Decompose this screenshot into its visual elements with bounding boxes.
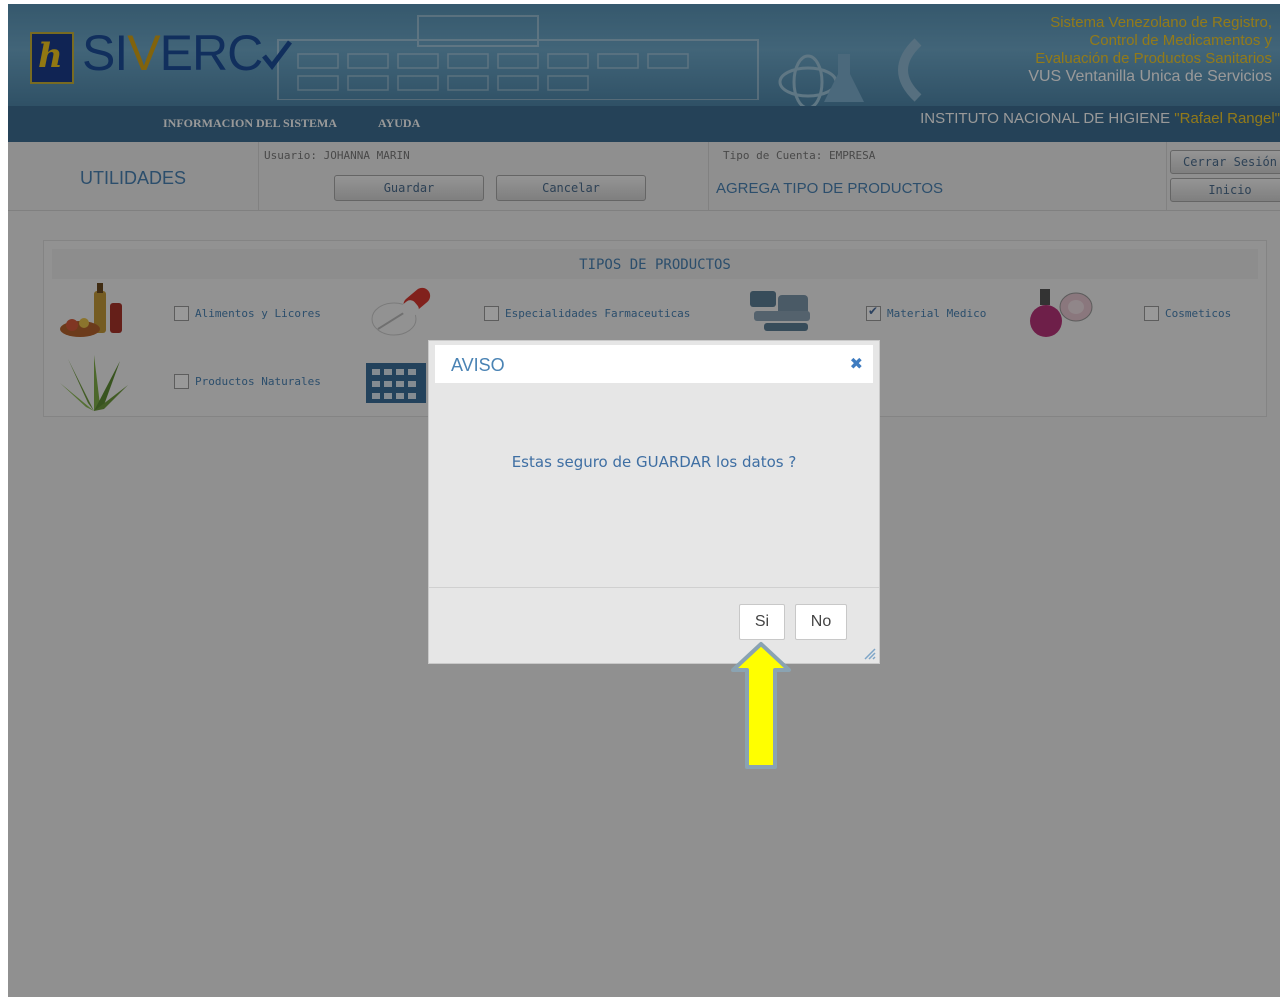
confirm-dialog: AVISO ✖ Estas seguro de GUARDAR los dato… bbox=[428, 340, 880, 664]
dialog-message: Estas seguro de GUARDAR los datos ? bbox=[511, 453, 797, 471]
yellow-up-arrow-icon bbox=[731, 642, 791, 769]
dialog-footer: Si No bbox=[429, 587, 879, 664]
yes-button[interactable]: Si bbox=[739, 604, 785, 640]
dialog-titlebar: AVISO ✖ bbox=[435, 345, 873, 383]
close-icon[interactable]: ✖ bbox=[850, 354, 863, 373]
dialog-title: AVISO bbox=[451, 355, 505, 375]
no-button[interactable]: No bbox=[795, 604, 847, 640]
resize-grip-icon[interactable] bbox=[864, 648, 876, 660]
